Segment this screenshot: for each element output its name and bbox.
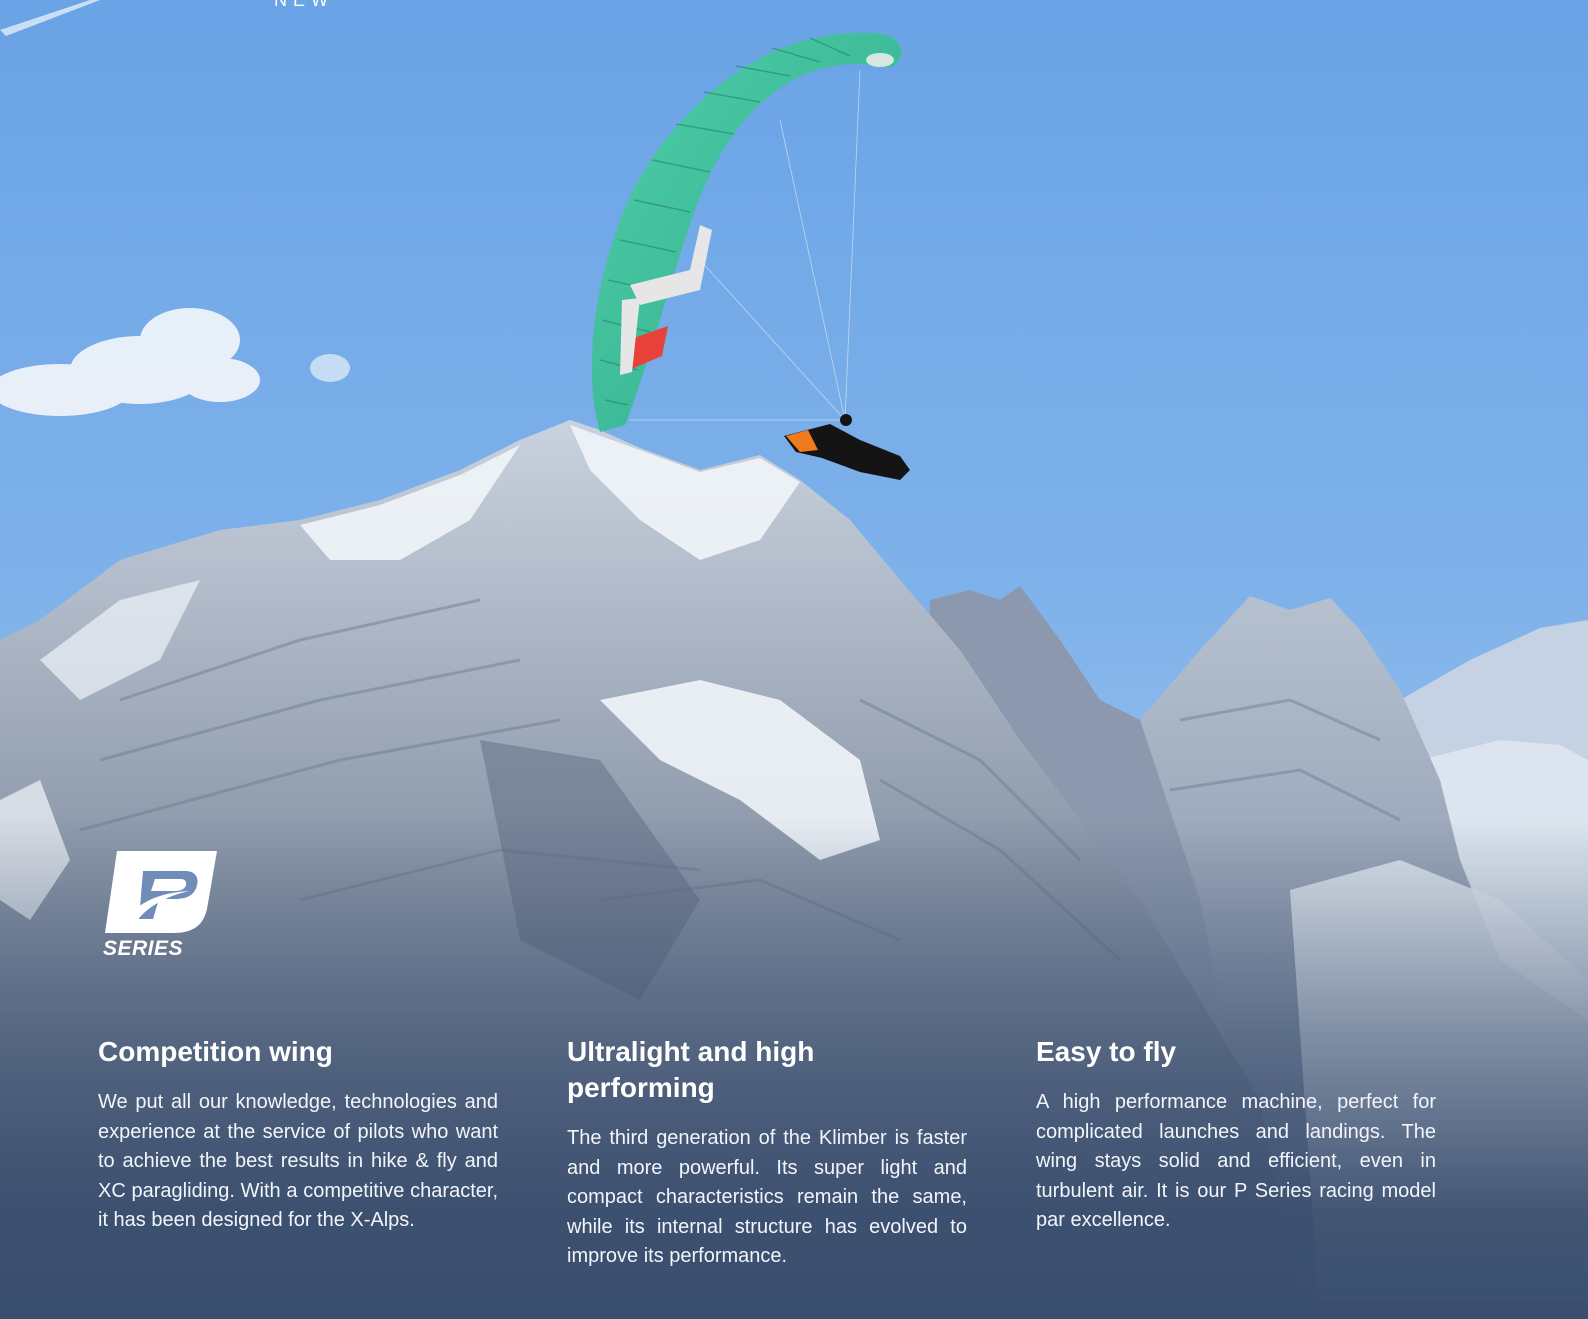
feature-title: Ultralight and high performing (567, 1036, 815, 1103)
feature-body: A high performance machine, perfect for … (1036, 1091, 1436, 1231)
feature-title: Easy to fly (1036, 1036, 1177, 1067)
p-series-logo-icon (105, 851, 217, 933)
new-label: NEW (274, 0, 334, 10)
feature-ultralight: Ultralight and high performing The third… (567, 1034, 967, 1267)
feature-title: Competition wing (98, 1036, 333, 1067)
feature-body: The third generation of the Klimber is f… (567, 1127, 967, 1267)
p-series-logo-label: SERIES (103, 937, 184, 960)
p-series-logo: SERIES (103, 849, 219, 964)
feature-competition: Competition wing We put all our knowledg… (98, 1034, 498, 1264)
features-section: Competition wing We put all our knowledg… (98, 1034, 1438, 1267)
feature-body: We put all our knowledge, technologies a… (98, 1091, 498, 1231)
feature-easy-to-fly: Easy to fly A high performance machine, … (1036, 1034, 1436, 1264)
